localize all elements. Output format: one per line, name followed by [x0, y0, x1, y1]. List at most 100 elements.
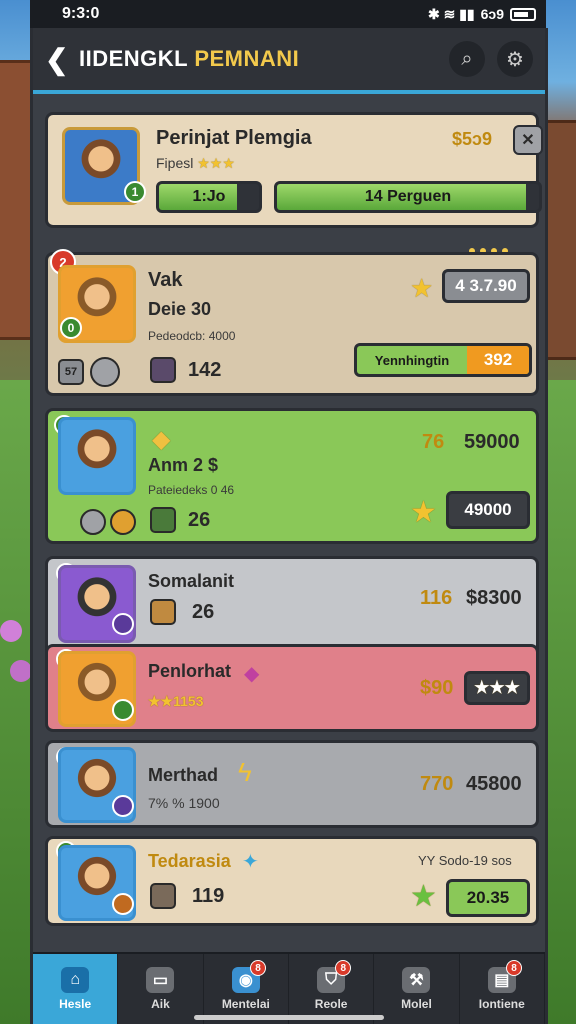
- wifi-icon: ✱ ≋ ▮▮: [427, 5, 475, 22]
- player-stat-1: Deie 30: [148, 299, 212, 319]
- star-icon: ★: [410, 273, 434, 303]
- leaderboard-panel: ❮ IIDENGKL PEMNANI ⌕ ⚙ 1 Perinjat Plemgi…: [30, 28, 548, 1024]
- star-icon: ★: [410, 880, 437, 913]
- level-badge: 0: [60, 317, 82, 339]
- title-part-1: IIDENGKL: [79, 46, 195, 71]
- home-icon: ⌂: [61, 967, 90, 993]
- gear-icon: ⚙: [506, 48, 524, 71]
- player-stars: ★★1153: [148, 693, 204, 709]
- stars-button[interactable]: ★★★: [464, 671, 530, 705]
- item-count: 142: [188, 359, 222, 381]
- xp-progress-label: 14 Perguen: [364, 188, 452, 205]
- player-name: Perinjat Plemgia: [156, 127, 312, 149]
- price-button[interactable]: 4 3.7.90: [442, 269, 530, 303]
- hammer-icon: ⚒: [402, 967, 431, 993]
- status-icons: ✱ ≋ ▮▮ 6ↄ9: [428, 6, 536, 23]
- gear-item-icon: [90, 357, 120, 387]
- lightning-icon: ϟ: [238, 757, 252, 787]
- nav-item-world[interactable]: ◉ 8 Mentelai: [204, 954, 289, 1024]
- title-part-2: PEMNANI: [194, 46, 300, 71]
- mini-item-count: 57: [64, 366, 78, 378]
- battery-text: 6ↄ9: [480, 6, 504, 22]
- stat-value-1: 770: [420, 773, 454, 795]
- notification-badge: 8: [335, 960, 352, 976]
- item-count: 26: [188, 509, 211, 531]
- close-button[interactable]: ✕: [513, 125, 543, 155]
- nav-item-chest[interactable]: ▤ 8 Iontiene: [460, 954, 545, 1024]
- stat-value-1: 76: [422, 431, 445, 453]
- player-stat-2: Pedeodcb: 4000: [148, 329, 236, 343]
- nav-item-guild[interactable]: ⛉ 8 Reole: [289, 954, 375, 1024]
- item-count: 26: [192, 601, 215, 623]
- rank-label: Fipesl: [156, 155, 194, 171]
- status-bar: 9:3:0 ✱ ≋ ▮▮ 6ↄ9: [30, 0, 546, 28]
- gem-icon: ◆: [152, 426, 171, 453]
- player-name: Tedarasia: [148, 851, 231, 871]
- nav-label: Aik: [151, 997, 170, 1011]
- xp-progress-bar: 14 Perguen: [274, 181, 542, 213]
- level-badge: 1: [124, 181, 146, 203]
- status-time: 9:3:0: [62, 5, 100, 22]
- rank-stars: ★★★: [197, 155, 235, 171]
- gem-icon: ◆: [244, 663, 260, 685]
- featured-price: $5ↄ9: [452, 129, 493, 149]
- nav-label: Mentelai: [221, 997, 270, 1011]
- list-item[interactable]: Tedarasia ✦ 119 YY Sodo-19 sos ★ 20.35: [45, 836, 539, 926]
- stat-value-2: 45800: [466, 773, 522, 795]
- page-title: IIDENGKL PEMNANI: [79, 46, 437, 72]
- bottom-nav: ⌂ Hesle ▭ Aik ◉ 8 Mentelai ⛉ 8 Reole ⚒ M…: [33, 952, 545, 1024]
- item-count: 119: [192, 885, 225, 907]
- featured-card[interactable]: 1 Perinjat Plemgia Fipesl ★★★ $5ↄ9 ✕ 1:J…: [45, 112, 543, 228]
- star-icon: ✦: [242, 851, 259, 873]
- nav-label: Iontiene: [478, 997, 525, 1011]
- settings-button[interactable]: ⚙: [497, 41, 533, 77]
- list-item[interactable]: Penlorhat ◆ ★★1153 $90 ★★★: [45, 644, 539, 732]
- claim-value: 392: [467, 346, 529, 374]
- player-name: Merthad: [148, 765, 219, 785]
- stat-value-1: 116: [420, 587, 453, 609]
- claim-button[interactable]: Yennhingtin 392: [354, 343, 532, 377]
- action-button[interactable]: 20.35: [446, 879, 530, 917]
- stat-value-2: $8300: [466, 587, 522, 609]
- level-badge: [112, 795, 134, 817]
- back-button[interactable]: ❮: [45, 43, 79, 76]
- search-icon: ⌕: [461, 47, 473, 70]
- stat-value-1: YY Sodo-19 sos: [418, 853, 512, 868]
- player-name: Somalanit: [148, 571, 235, 591]
- action-button[interactable]: 49000: [446, 491, 530, 529]
- item-icon: [150, 357, 176, 383]
- item-icon: [150, 599, 176, 625]
- player-name: Vak: [148, 269, 183, 291]
- nav-label: Reole: [314, 997, 348, 1011]
- player-name: Anm 2 $: [148, 455, 219, 475]
- level-progress-small: 1:Jo: [156, 181, 262, 213]
- list-item[interactable]: 2 0 Vak Deie 30 Pedeodcb: 4000 57 142 ★ …: [45, 249, 539, 396]
- player-stat-2: 7% % 1900: [148, 795, 220, 811]
- claim-label: Yennhingtin: [374, 352, 450, 368]
- level-badge: [112, 699, 134, 721]
- battery-icon: [510, 7, 536, 21]
- notification-badge: 8: [249, 960, 266, 976]
- list-item[interactable]: Anm 2 $ ◆ Pateiedeks 0 46 26 76 59000 ★ …: [45, 408, 539, 544]
- item-icon: [150, 883, 176, 909]
- gear-item-icon: [80, 509, 106, 535]
- flower-icon: [0, 620, 22, 642]
- player-rank: Fipesl ★★★: [156, 155, 235, 172]
- nav-item-chat[interactable]: ▭ Aik: [118, 954, 204, 1024]
- nav-item-forge[interactable]: ⚒ Molel: [374, 954, 460, 1024]
- nav-label: Molel: [401, 997, 432, 1011]
- player-stat-2: Pateiedeks 0 46: [148, 483, 235, 497]
- player-avatar: [58, 417, 136, 495]
- item-icon: [150, 507, 176, 533]
- level-badge: [112, 893, 134, 915]
- search-button[interactable]: ⌕: [449, 41, 485, 77]
- nav-label: Hesle: [59, 997, 92, 1011]
- chat-icon: ▭: [146, 967, 175, 993]
- list-item[interactable]: Merthad ϟ 7% % 1900 770 45800: [45, 740, 539, 828]
- nav-item-home[interactable]: ⌂ Hesle: [33, 954, 119, 1024]
- header-bar: ❮ IIDENGKL PEMNANI ⌕ ⚙: [33, 28, 545, 94]
- star-icon: ★: [410, 496, 437, 529]
- player-name: Penlorhat: [148, 661, 232, 681]
- mini-item-icon: 57: [58, 359, 84, 385]
- coin-icon: [110, 509, 136, 535]
